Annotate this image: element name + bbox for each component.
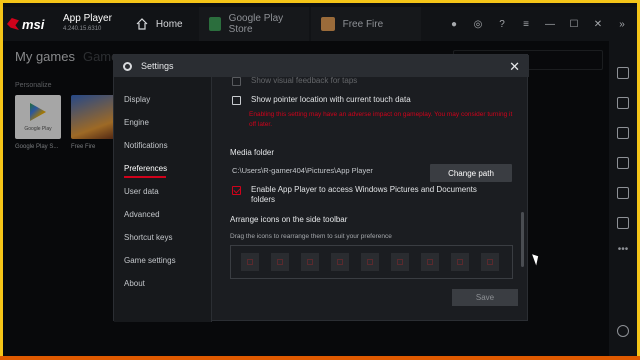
dialog-title: Settings: [141, 61, 174, 71]
side-toolbar: •••: [609, 41, 637, 357]
media-access-label: Enable App Player to access Windows Pict…: [251, 185, 477, 204]
volume-icon[interactable]: [617, 67, 629, 79]
nav-shortcut-keys[interactable]: Shortcut keys: [124, 233, 172, 242]
play-store-icon: [208, 17, 221, 31]
help-icon[interactable]: ?: [495, 17, 509, 31]
window-controls: ● ◎ ? ≡ — ☐ ✕ »: [447, 17, 629, 31]
app-version: 4.240.15.6310: [63, 26, 102, 32]
notification-icon[interactable]: ●: [447, 17, 461, 31]
settings-icon: [123, 61, 132, 71]
nav-engine[interactable]: Engine: [124, 118, 149, 127]
title-bar: msi App Player 4.240.15.6310 Home Google …: [3, 7, 637, 41]
nav-preferences[interactable]: Preferences: [124, 164, 167, 178]
free-fire-icon: [320, 17, 335, 31]
change-path-button[interactable]: Change path: [430, 164, 512, 182]
toolbar-slot-icon[interactable]: [391, 253, 409, 271]
minimize-icon[interactable]: —: [543, 17, 557, 31]
app-window: msi App Player 4.240.15.6310 Home Google …: [0, 0, 640, 360]
pointer-warning-text: Enabling this setting may have an advers…: [249, 111, 513, 128]
toolbar-slot-icon[interactable]: [421, 253, 439, 271]
more-icon[interactable]: •••: [617, 245, 629, 257]
menu-icon[interactable]: ≡: [519, 17, 533, 31]
home-tab[interactable]: Home: [128, 7, 191, 41]
save-button[interactable]: Save: [452, 289, 518, 306]
toolbar-slot-icon[interactable]: [361, 253, 379, 271]
home-label: Home: [155, 18, 183, 30]
keyboard-icon[interactable]: [617, 127, 629, 139]
tab-google-play-store[interactable]: Google Play Store: [198, 7, 309, 41]
fullscreen-icon[interactable]: [617, 97, 629, 109]
toolbar-slot-icon[interactable]: [451, 253, 469, 271]
app-name: App Player 4.240.15.6310: [63, 13, 112, 35]
toolbar-arrange-hint: Drag the icons to rearrange them to suit…: [230, 233, 392, 240]
media-folder-path: C:\Users\R-gamer404\Pictures\App Player: [232, 166, 373, 175]
toolbar-slot-icon[interactable]: [301, 253, 319, 271]
media-access-checkbox[interactable]: [232, 186, 241, 195]
nav-user-data[interactable]: User data: [124, 187, 159, 196]
toolbar-slot-icon[interactable]: [271, 253, 289, 271]
nav-about[interactable]: About: [124, 279, 145, 288]
toolbar-slot-icon[interactable]: [241, 253, 259, 271]
visual-feedback-checkbox[interactable]: [232, 77, 241, 86]
media-folder-heading: Media folder: [230, 148, 275, 157]
tab-free-fire[interactable]: Free Fire: [310, 7, 421, 41]
nav-game-settings[interactable]: Game settings: [124, 256, 176, 265]
visual-feedback-label: Show visual feedback for taps: [251, 77, 358, 85]
pointer-location-option[interactable]: Show pointer location with current touch…: [232, 95, 411, 105]
settings-dialog: Settings ✕ Display Engine Notifications …: [113, 54, 529, 322]
account-icon[interactable]: ◎: [471, 17, 485, 31]
brand-logo: msi: [7, 14, 59, 34]
settings-content: Show visual feedback for taps Show point…: [212, 77, 529, 322]
dialog-header: Settings ✕: [114, 55, 529, 77]
home-icon: [136, 18, 148, 30]
toolbar-icon-arranger[interactable]: [230, 245, 513, 279]
pointer-location-label: Show pointer location with current touch…: [251, 95, 411, 104]
nav-notifications[interactable]: Notifications: [124, 141, 168, 150]
visual-feedback-option[interactable]: Show visual feedback for taps: [232, 77, 357, 86]
collapse-sidebar-icon[interactable]: »: [615, 17, 629, 31]
media-access-option[interactable]: Enable App Player to access Windows Pict…: [232, 185, 502, 205]
app-name-label: App Player: [63, 13, 112, 24]
settings-nav: Display Engine Notifications Preferences…: [114, 77, 212, 322]
maximize-icon[interactable]: ☐: [567, 17, 581, 31]
apk-install-icon[interactable]: [617, 187, 629, 199]
brand-text: msi: [22, 16, 45, 32]
tab-label: Google Play Store: [228, 13, 284, 35]
dragon-icon: [7, 18, 19, 30]
settings-gear-icon[interactable]: [617, 325, 629, 337]
settings-scrollbar[interactable]: [521, 212, 524, 267]
close-icon[interactable]: ✕: [509, 60, 520, 73]
toolbar-arrange-heading: Arrange icons on the side toolbar: [230, 215, 348, 224]
screen-record-icon[interactable]: [617, 157, 629, 169]
taskbar-strip: [0, 356, 640, 360]
tab-label: Free Fire: [342, 18, 384, 30]
pointer-location-checkbox[interactable]: [232, 96, 241, 105]
screenshot-icon[interactable]: [617, 217, 629, 229]
toolbar-slot-icon[interactable]: [481, 253, 499, 271]
toolbar-slot-icon[interactable]: [331, 253, 349, 271]
nav-display[interactable]: Display: [124, 95, 150, 104]
nav-advanced[interactable]: Advanced: [124, 210, 160, 219]
close-window-icon[interactable]: ✕: [591, 17, 605, 31]
